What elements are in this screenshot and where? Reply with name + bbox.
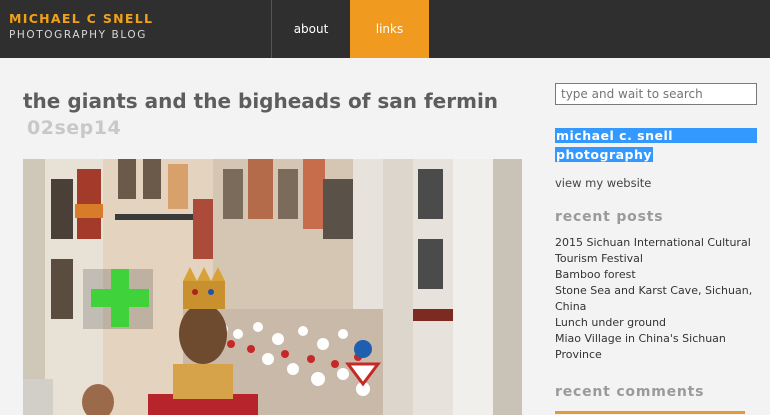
selected-heading-line1: michael c. snell xyxy=(555,128,757,143)
list-item[interactable]: Lunch under ground xyxy=(555,315,765,331)
search-input[interactable] xyxy=(555,83,757,105)
post-date: 02sep14 xyxy=(27,117,122,139)
nav-links[interactable]: links xyxy=(350,0,429,58)
selected-heading-line2: photography xyxy=(555,147,654,162)
list-item[interactable]: Miao Village in China's Sichuan Province xyxy=(555,331,765,363)
street-festival-photo-icon xyxy=(23,159,522,415)
recent-posts-title: recent posts xyxy=(555,209,664,225)
view-website-link[interactable]: view my website xyxy=(555,176,651,190)
site-logo[interactable]: MICHAEL C SNELL PHOTOGRAPHY BLOG xyxy=(9,11,153,41)
site-heading-selected[interactable]: michael c. snell photography xyxy=(555,125,757,163)
main-nav: about links xyxy=(271,0,429,58)
post-title[interactable]: the giants and the bigheads of san fermi… xyxy=(23,89,498,113)
nav-about[interactable]: about xyxy=(271,0,350,58)
logo-subtitle: PHOTOGRAPHY BLOG xyxy=(9,29,148,41)
list-item[interactable]: 2015 Sichuan International Cultural Tour… xyxy=(555,235,765,267)
list-item[interactable]: Stone Sea and Karst Cave, Sichuan, China xyxy=(555,283,765,315)
logo-title: MICHAEL C SNELL xyxy=(9,11,154,26)
top-bar: MICHAEL C SNELL PHOTOGRAPHY BLOG about l… xyxy=(0,0,770,58)
recent-comments-peek xyxy=(555,409,755,415)
list-item[interactable]: Bamboo forest xyxy=(555,267,765,283)
recent-posts-list: 2015 Sichuan International Cultural Tour… xyxy=(555,235,765,363)
post-photo[interactable] xyxy=(23,159,522,415)
recent-comments-title: recent comments xyxy=(555,384,705,400)
